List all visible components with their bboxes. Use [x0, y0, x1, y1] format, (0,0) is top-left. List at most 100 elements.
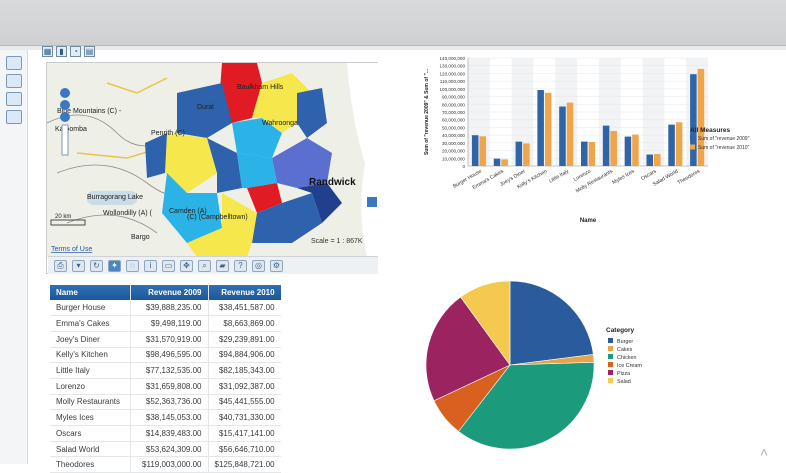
layer-icon[interactable]: ▭: [162, 260, 175, 272]
terms-of-use-link[interactable]: Terms of Use: [51, 246, 92, 253]
map-label: Dural: [197, 104, 214, 111]
bar-series-2[interactable]: [632, 134, 639, 166]
filter-icon[interactable]: [6, 110, 22, 124]
bar-series-1[interactable]: [646, 154, 654, 166]
bar-series-2[interactable]: [479, 136, 487, 166]
bar-series-1[interactable]: [602, 125, 610, 166]
revenue-2010-cell: $125,848,721.00: [207, 456, 281, 473]
pie-slice[interactable]: [509, 280, 594, 366]
bar-series-1[interactable]: [493, 158, 501, 166]
map-label: Bargo: [131, 234, 150, 241]
bar-chart[interactable]: 0 10,000,000 20,000,000 30,000,000 40,000,00…: [420, 54, 780, 232]
collapse-icon[interactable]: ˄: [760, 444, 780, 462]
legend-swatch[interactable]: [608, 370, 613, 375]
revenue-2010-cell: $15,417,141.00: [207, 425, 281, 442]
bar-series-1[interactable]: [581, 141, 588, 166]
revenue-2010-cell: $8,663,869.00: [207, 315, 281, 332]
map-scale: Scale = 1 : 867K: [311, 238, 363, 245]
table-row[interactable]: Burger House $39,888,235.00 $38,451,587.00: [50, 300, 281, 317]
table-icon[interactable]: [6, 92, 22, 106]
bar-series-2[interactable]: [523, 143, 530, 166]
legend-label[interactable]: Sum of "revenue 2010": [698, 145, 750, 151]
x-axis-title: Name: [580, 218, 597, 224]
y-tick-label: 10,000,000: [442, 156, 465, 161]
info-icon[interactable]: i: [144, 260, 157, 272]
bar-series-2[interactable]: [675, 122, 683, 166]
bar-series-1[interactable]: [690, 74, 697, 166]
legend-swatch[interactable]: [608, 346, 613, 351]
table-row[interactable]: Molly Restaurants $52,363,736.00 $45,441,5…: [50, 394, 281, 411]
legend-swatch[interactable]: [608, 378, 613, 383]
expand-icon[interactable]: [367, 197, 377, 207]
measure-icon[interactable]: ▰: [216, 260, 229, 272]
map-panel[interactable]: Blue Mountains (C) - Katoomba Penrith (C…: [46, 62, 379, 274]
table-row[interactable]: Little Italy $77,132,535.00 $82,185,343.00: [50, 362, 281, 379]
help-icon[interactable]: ?: [234, 260, 247, 272]
y-tick-label: 110,000,000: [440, 79, 466, 84]
table-row[interactable]: Myles Ices $38,145,053.00 $40,731,330.00: [50, 409, 281, 426]
table-row[interactable]: Joey's Diner $31,570,919.00 $29,239,891.00: [50, 331, 281, 348]
table-row[interactable]: Oscars $14,839,483.00 $15,417,141.00: [50, 425, 281, 442]
settings-icon[interactable]: ⚙: [270, 260, 283, 272]
bar-series-2[interactable]: [654, 154, 661, 166]
bar-series-1[interactable]: [668, 124, 675, 166]
map-canvas[interactable]: Blue Mountains (C) - Katoomba Penrith (C…: [46, 63, 379, 257]
map-label: Burragorang Lake: [87, 194, 143, 201]
table-row[interactable]: Emma's Cakes $9,498,119.00 $8,663,869.00: [50, 315, 281, 332]
legend-label[interactable]: Pizza: [617, 371, 630, 377]
revenue-2010-cell: $40,731,330.00: [207, 409, 281, 426]
map-label: Katoomba: [55, 126, 87, 133]
y-tick-label: 100,000,000: [439, 87, 465, 92]
y-tick-label: 70,000,000: [442, 110, 465, 115]
column-header-name[interactable]: Name: [50, 285, 130, 300]
legend-swatch[interactable]: [608, 362, 613, 367]
bar-series-2[interactable]: [566, 102, 574, 166]
bar-series-1[interactable]: [559, 106, 566, 166]
bar-chart-icon[interactable]: ▮: [56, 46, 67, 57]
report-icon[interactable]: [6, 56, 22, 70]
zoom-icon[interactable]: ⌕: [198, 260, 211, 272]
legend-label[interactable]: Cakes: [617, 347, 633, 353]
table-row[interactable]: Theodores $119,003,000.00 $125,848,721.00: [50, 456, 281, 473]
pan-icon[interactable]: ✥: [180, 260, 193, 272]
pie-chart[interactable]: Category Burger Cakes Chicken Ice Cream Pizza…: [420, 270, 780, 464]
map-label: Baulkham Hills: [237, 84, 284, 91]
bar-series-2[interactable]: [588, 142, 596, 166]
map-label: Wollondilly (A) (: [103, 210, 153, 217]
legend-swatch[interactable]: [690, 135, 695, 141]
select-icon[interactable]: ✦: [108, 260, 121, 272]
bar-series-2[interactable]: [544, 92, 552, 166]
bar-series-1[interactable]: [537, 90, 544, 166]
locate-icon[interactable]: ◎: [252, 260, 265, 272]
column-header-revenue-2009[interactable]: Revenue 2009: [129, 285, 208, 300]
table-row[interactable]: Lorenzo $31,659,808.00 $31,092,387.00: [50, 378, 281, 395]
legend-label[interactable]: Chicken: [617, 355, 636, 361]
bar-series-2[interactable]: [610, 130, 617, 166]
bar-series-1[interactable]: [471, 135, 479, 166]
pie-chart-icon[interactable]: ◔: [70, 46, 81, 57]
legend-swatch[interactable]: [608, 338, 613, 343]
bar-series-2[interactable]: [697, 68, 705, 166]
legend-label[interactable]: Sum of "revenue 2009": [698, 136, 750, 142]
legend-swatch[interactable]: [690, 144, 695, 150]
legend-label[interactable]: Burger: [617, 339, 633, 345]
bar-series-2[interactable]: [501, 159, 508, 166]
refresh-icon[interactable]: ↻: [90, 260, 103, 272]
tree-icon[interactable]: [6, 74, 22, 88]
arrow-icon[interactable]: ▾: [72, 260, 85, 272]
grid-icon[interactable]: ▤: [84, 46, 95, 57]
legend-swatch[interactable]: [608, 354, 613, 359]
column-header-revenue-2010[interactable]: Revenue 2010: [207, 285, 281, 300]
y-tick-label: 40,000,000: [442, 133, 465, 138]
bar-series-1[interactable]: [624, 136, 632, 166]
legend-label[interactable]: Ice Cream: [617, 363, 642, 369]
left-tool-rail: [0, 50, 28, 464]
legend-label[interactable]: Salad: [617, 379, 631, 385]
table-row[interactable]: Kelly's Kitchen $98,496,595.00 $94,884,906…: [50, 347, 281, 364]
table-row[interactable]: Salad World $53,624,309.00 $56,646,710.00: [50, 441, 281, 458]
bar-series-1[interactable]: [515, 141, 523, 166]
map-layer-icon[interactable]: ▦: [42, 46, 53, 57]
lasso-icon[interactable]: ◌: [126, 260, 139, 272]
print-icon[interactable]: ⎙: [54, 260, 67, 272]
map-label: (C) (Campbelltown): [187, 214, 248, 221]
